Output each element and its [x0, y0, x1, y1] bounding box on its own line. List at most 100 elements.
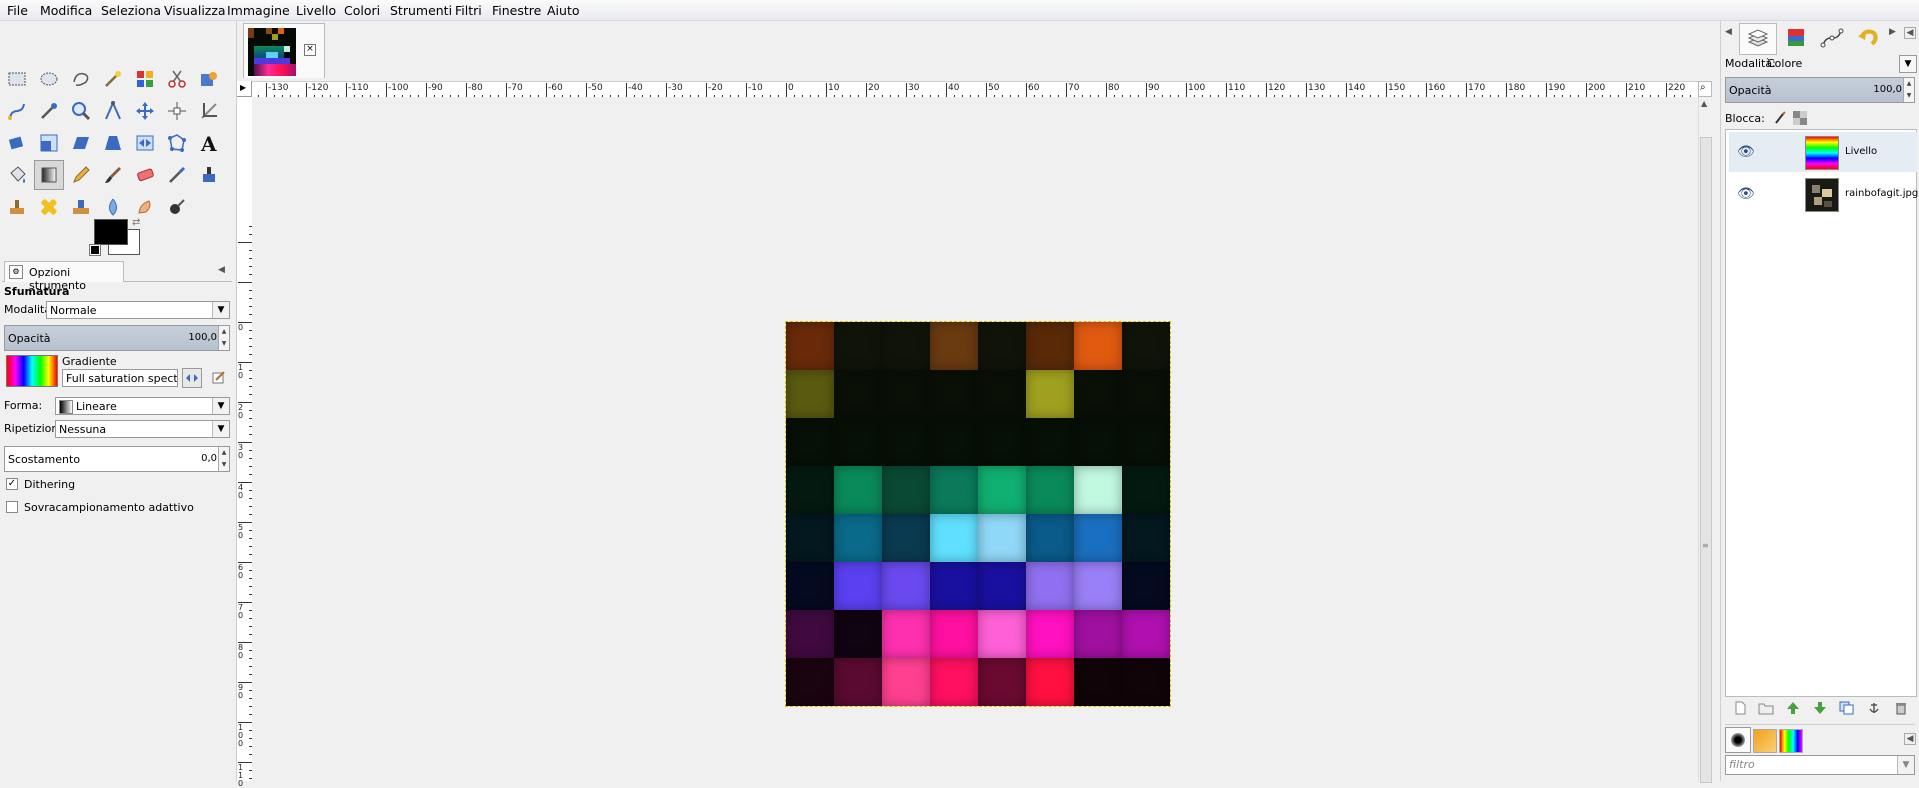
- tab-undo-history[interactable]: [1851, 23, 1885, 53]
- chevron-down-icon[interactable]: ▼: [1899, 55, 1917, 73]
- repeat-select[interactable]: Nessuna ▼: [55, 420, 230, 438]
- vertical-scrollbar[interactable]: ▲ ≡: [1698, 97, 1713, 783]
- close-tab-icon[interactable]: ×: [304, 44, 316, 56]
- dock-menu-icon[interactable]: ◀: [1904, 27, 1916, 39]
- pencil-icon[interactable]: [66, 160, 96, 190]
- zoom-icon[interactable]: [66, 96, 96, 126]
- new-layer-icon[interactable]: [1731, 699, 1749, 717]
- vertical-ruler[interactable]: 0 10 20 30 40 50 60 70 80 90 100 110: [237, 97, 253, 788]
- ruler-origin[interactable]: ▶: [237, 81, 252, 97]
- menu-strumenti[interactable]: Strumenti: [390, 3, 452, 18]
- delete-layer-icon[interactable]: [1892, 699, 1910, 717]
- scrollbar-thumb[interactable]: [1700, 137, 1712, 783]
- filter-combo[interactable]: filtro ▼: [1725, 755, 1915, 775]
- move-icon[interactable]: [130, 96, 160, 126]
- supersampling-checkbox[interactable]: [6, 501, 18, 513]
- anchor-layer-icon[interactable]: [1865, 699, 1883, 717]
- menu-visualizza[interactable]: Visualizza: [164, 3, 226, 18]
- menu-filtri[interactable]: Filtri: [455, 3, 482, 18]
- measure-icon[interactable]: [98, 96, 128, 126]
- menu-finestre[interactable]: Finestre: [492, 3, 541, 18]
- default-colors-icon[interactable]: [89, 244, 101, 256]
- dithering-checkbox[interactable]: ✓: [6, 478, 18, 490]
- lower-layer-icon[interactable]: [1811, 699, 1829, 717]
- menu-seleziona[interactable]: Seleziona: [101, 3, 161, 18]
- offset-spin[interactable]: Scostamento 0,0 ▲ ▼: [4, 446, 230, 472]
- configure-tab-icon[interactable]: ◀: [218, 265, 225, 275]
- menu-file[interactable]: File: [7, 3, 28, 18]
- flip-icon[interactable]: [130, 128, 160, 158]
- blur-icon[interactable]: [98, 192, 128, 222]
- raise-layer-icon[interactable]: [1784, 699, 1802, 717]
- tab-gradients[interactable]: [1779, 729, 1803, 753]
- menu-colori[interactable]: Colori: [344, 3, 380, 18]
- blend-icon[interactable]: [34, 160, 64, 190]
- scissors-select-icon[interactable]: [162, 64, 192, 94]
- layer-name[interactable]: rainbofagit.jpg: [1845, 188, 1918, 199]
- canvas-area[interactable]: [252, 97, 1698, 781]
- dock-scroll-right-icon[interactable]: ▶: [1889, 27, 1896, 37]
- ellipse-select-icon[interactable]: [34, 64, 64, 94]
- shape-select[interactable]: Lineare ▼: [55, 397, 230, 415]
- eye-icon[interactable]: 👁: [1737, 144, 1755, 160]
- edit-gradient-icon[interactable]: [210, 368, 228, 386]
- lock-pixels-icon[interactable]: [1771, 109, 1789, 127]
- eraser-icon[interactable]: [130, 160, 160, 190]
- fg-bg-colors[interactable]: ⇄: [89, 217, 144, 256]
- clone-icon[interactable]: [2, 192, 32, 222]
- image-tab[interactable]: ×: [243, 23, 325, 78]
- foreground-color[interactable]: [94, 219, 128, 245]
- rect-select-icon[interactable]: [2, 64, 32, 94]
- foreground-select-icon[interactable]: [194, 64, 224, 94]
- tab-tool-options[interactable]: ⚙ Opzioni strumento: [4, 261, 124, 292]
- menu-immagine[interactable]: Immagine: [227, 3, 290, 18]
- tab-paths[interactable]: [1815, 23, 1849, 53]
- image-canvas[interactable]: [785, 321, 1171, 707]
- menu-modifica[interactable]: Modifica: [40, 3, 92, 18]
- rotate-icon[interactable]: [2, 128, 32, 158]
- dodge-burn-icon[interactable]: [162, 192, 192, 222]
- menu-aiuto[interactable]: Aiuto: [547, 3, 580, 18]
- navigate-icon[interactable]: ⌕: [1698, 81, 1712, 97]
- shear-icon[interactable]: [66, 128, 96, 158]
- layer-row[interactable]: 👁 Livello: [1729, 132, 1917, 172]
- align-icon[interactable]: [162, 96, 192, 126]
- reverse-gradient-icon[interactable]: [182, 368, 202, 388]
- duplicate-layer-icon[interactable]: [1838, 699, 1856, 717]
- tab-layers[interactable]: [1739, 23, 1777, 55]
- airbrush-icon[interactable]: [162, 160, 192, 190]
- paths-icon[interactable]: [2, 96, 32, 126]
- layer-opacity-spin[interactable]: Opacità 100,0 ▲ ▼: [1725, 77, 1915, 103]
- eye-icon[interactable]: 👁: [1737, 186, 1755, 202]
- cage-transform-icon[interactable]: [162, 128, 192, 158]
- paintbrush-icon[interactable]: [98, 160, 128, 190]
- layer-mode-value[interactable]: Colore: [1767, 57, 1802, 70]
- swap-colors-icon[interactable]: ⇄: [132, 217, 140, 228]
- ink-icon[interactable]: [194, 160, 224, 190]
- select-by-color-icon[interactable]: [130, 64, 160, 94]
- spin-arrows-icon[interactable]: ▲ ▼: [218, 447, 229, 471]
- perspective-icon[interactable]: [98, 128, 128, 158]
- spin-arrows-icon[interactable]: ▲ ▼: [218, 326, 229, 350]
- tab-channels[interactable]: [1779, 23, 1813, 53]
- layer-name[interactable]: Livello: [1845, 146, 1877, 157]
- new-layer-group-icon[interactable]: [1757, 699, 1775, 717]
- perspective-clone-icon[interactable]: [66, 192, 96, 222]
- crop-icon[interactable]: [194, 96, 224, 126]
- scroll-up-icon[interactable]: ▲: [1701, 99, 1707, 108]
- heal-icon[interactable]: [34, 192, 64, 222]
- tab-patterns[interactable]: [1753, 729, 1777, 753]
- tab-brushes[interactable]: [1725, 727, 1751, 753]
- text-icon[interactable]: A: [194, 128, 224, 158]
- gradient-preview[interactable]: [6, 355, 58, 387]
- dock-menu-icon[interactable]: ◀: [1904, 733, 1916, 745]
- mode-select[interactable]: Normale ▼: [46, 301, 230, 319]
- spin-arrows-icon[interactable]: ▲ ▼: [1903, 78, 1914, 102]
- menu-livello[interactable]: Livello: [296, 3, 336, 18]
- fuzzy-select-icon[interactable]: [98, 64, 128, 94]
- dock-scroll-left-icon[interactable]: ◀: [1725, 27, 1732, 37]
- layer-row[interactable]: 👁 rainbofagit.jpg: [1729, 174, 1918, 214]
- gradient-name-field[interactable]: Full saturation spectrum CCW: [62, 369, 178, 387]
- scale-icon[interactable]: [34, 128, 64, 158]
- lock-alpha-icon[interactable]: [1791, 109, 1809, 127]
